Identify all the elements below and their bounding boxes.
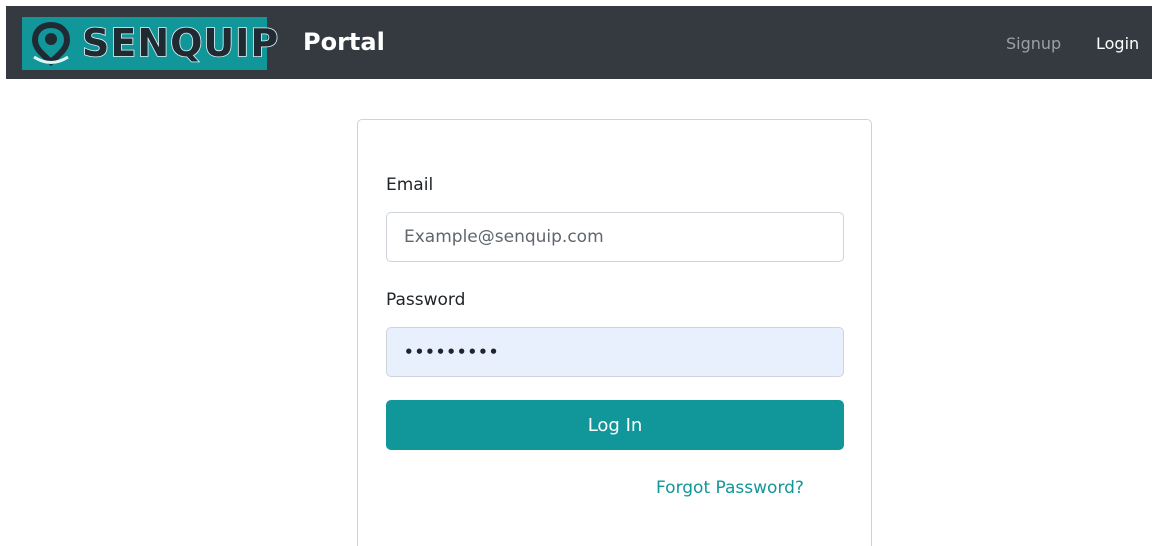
nav-signup-link[interactable]: Signup <box>1006 32 1061 56</box>
login-card: Email Password Log In Forgot Password? <box>357 119 872 546</box>
password-input[interactable] <box>386 327 844 377</box>
brand-logo[interactable]: SENQUIP <box>22 17 279 70</box>
senquip-location-pin-icon <box>31 21 71 67</box>
email-label: Email <box>386 175 434 195</box>
portal-title: Portal <box>303 28 385 56</box>
password-label: Password <box>386 290 466 310</box>
login-button[interactable]: Log In <box>386 400 844 450</box>
email-input[interactable] <box>386 212 844 262</box>
forgot-password-link[interactable]: Forgot Password? <box>656 478 804 498</box>
navbar: SENQUIP Portal Signup Login <box>6 6 1152 79</box>
nav-login-link[interactable]: Login <box>1096 32 1139 56</box>
page: SENQUIP Portal Signup Login Email Passwo… <box>0 0 1152 546</box>
brand-text: SENQUIP <box>81 20 280 66</box>
